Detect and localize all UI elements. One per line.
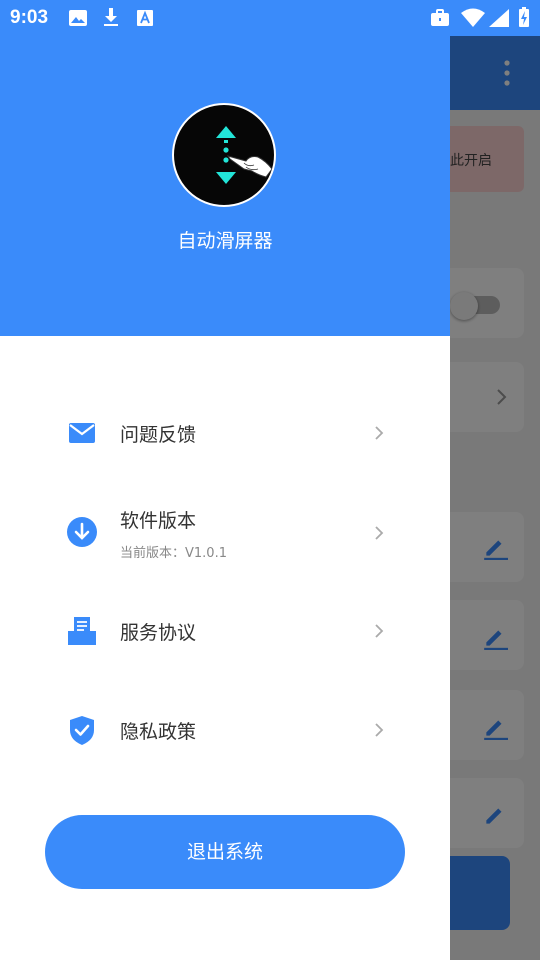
battery-charging-icon xyxy=(519,7,529,27)
shield-check-icon xyxy=(70,716,94,745)
menu-label-service: 服务协议 xyxy=(120,622,197,644)
status-time: 9:03 xyxy=(10,7,49,28)
chevron-right-icon xyxy=(375,723,384,737)
chevron-right-icon xyxy=(375,426,384,440)
menu-label-privacy: 隐私政策 xyxy=(120,721,197,743)
navigation-drawer: 自动滑屏器 问题反馈 软件版本 当前版本：V1.0.1 服务协议 隐私政策 退出… xyxy=(0,0,450,960)
chevron-right-icon xyxy=(375,624,384,638)
menu-item-feedback[interactable]: 问题反馈 xyxy=(0,393,450,473)
font-a-icon xyxy=(137,10,153,26)
chevron-right-icon xyxy=(375,526,384,540)
menu-label-version: 软件版本 xyxy=(120,510,197,532)
version-subtext: 当前版本：V1.0.1 xyxy=(120,546,227,561)
app-logo xyxy=(172,103,276,207)
image-icon xyxy=(69,10,87,26)
cellular-signal-icon xyxy=(489,9,509,27)
briefcase-icon xyxy=(431,9,449,26)
menu-label-feedback: 问题反馈 xyxy=(120,424,197,446)
logout-button[interactable]: 退出系统 xyxy=(45,815,405,889)
document-tray-icon xyxy=(68,617,96,645)
app-name: 自动滑屏器 xyxy=(177,230,273,252)
menu-item-version[interactable]: 软件版本 当前版本：V1.0.1 xyxy=(0,492,450,582)
menu-item-service-agreement[interactable]: 服务协议 xyxy=(0,591,450,671)
drawer-header: 自动滑屏器 xyxy=(0,0,450,336)
status-bar: 9:03 xyxy=(0,0,540,36)
download-circle-icon xyxy=(67,517,97,547)
mail-icon xyxy=(69,423,95,443)
swipe-hand-icon xyxy=(216,126,273,184)
download-icon xyxy=(104,8,118,26)
wifi-icon xyxy=(461,8,485,27)
menu-item-privacy-policy[interactable]: 隐私政策 xyxy=(0,690,450,770)
